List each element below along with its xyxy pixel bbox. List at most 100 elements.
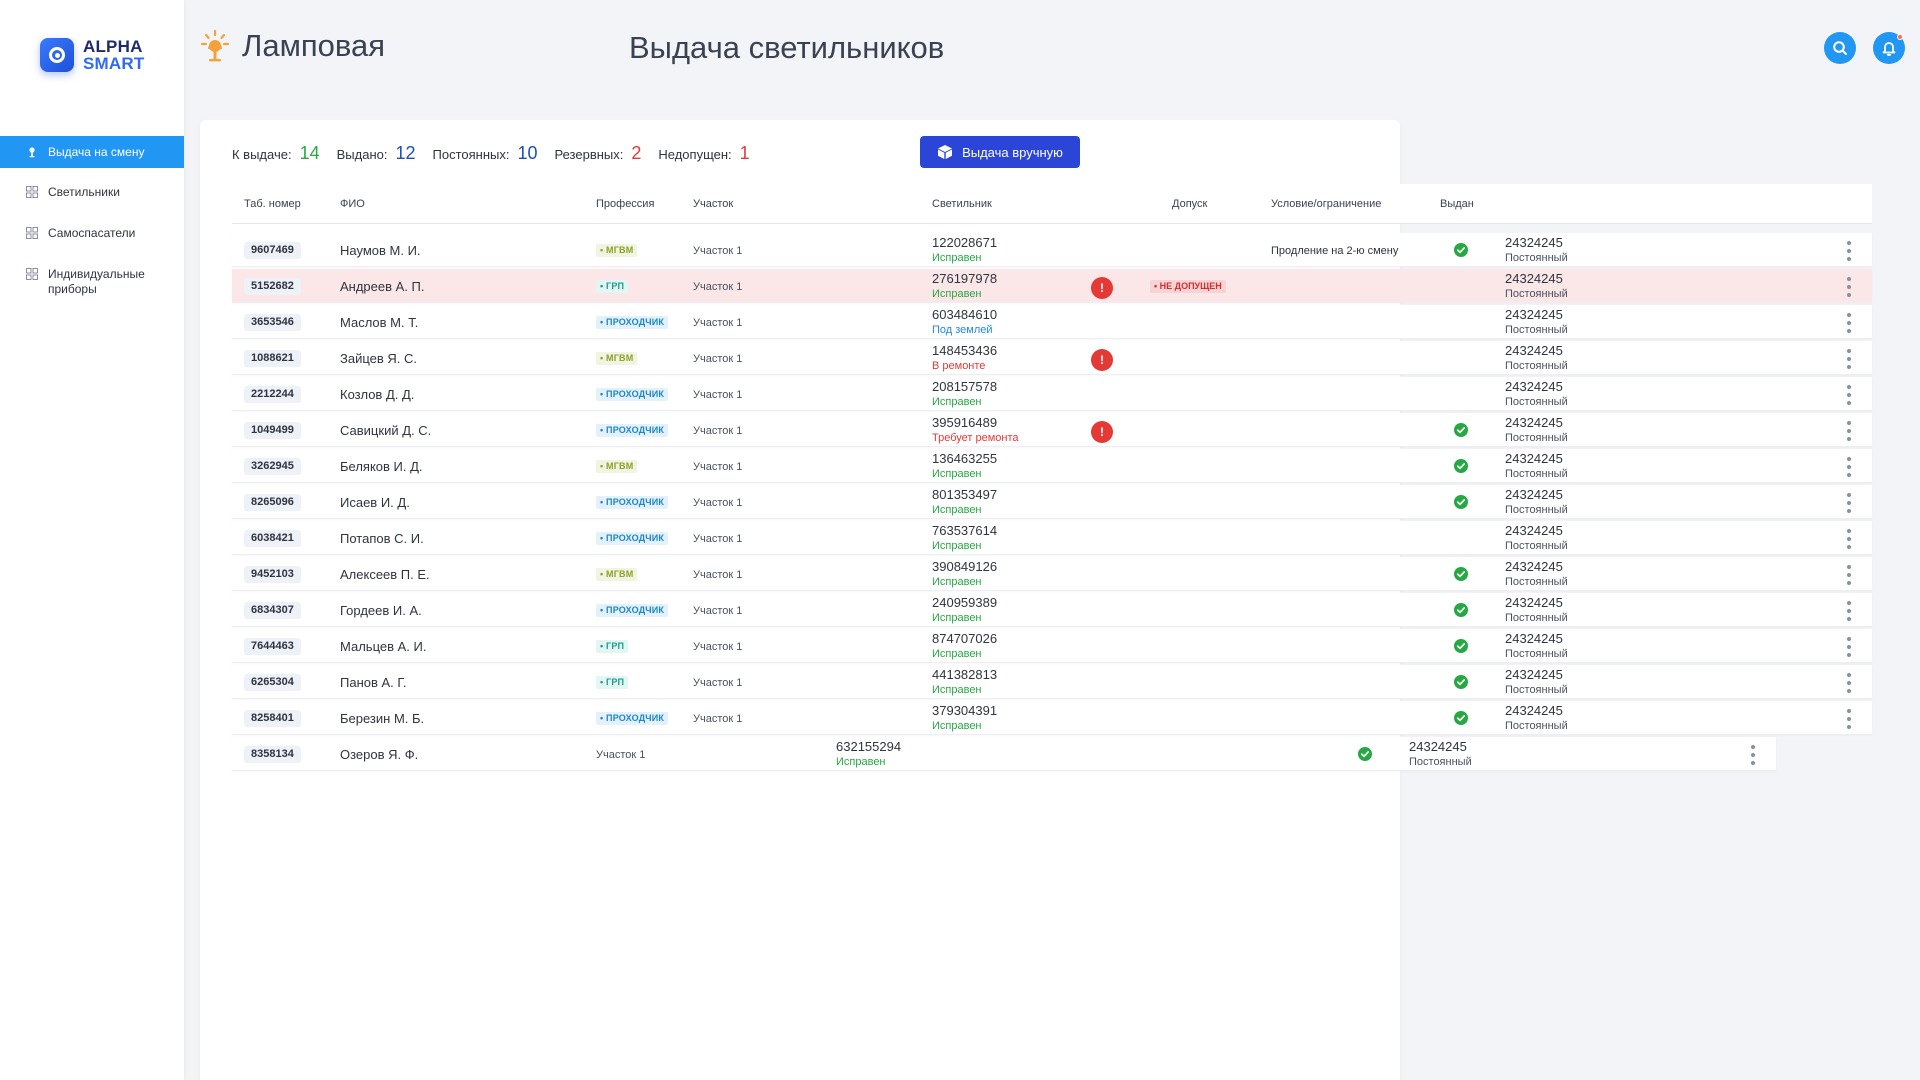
col-access[interactable]: Допуск — [1172, 198, 1207, 210]
table-row[interactable]: 2212244 Козлов Д. Д. • ПРОХОДЧИК Участок 1 2… — [232, 377, 1872, 411]
section-label: Участок 1 — [693, 461, 743, 473]
section-label: Участок 1 — [693, 245, 743, 257]
table-header: Таб. номер ФИО Профессия Участок Светиль… — [232, 184, 1872, 224]
more-menu-icon[interactable] — [1846, 493, 1852, 513]
stat-to-issue: К выдаче: 14 — [232, 143, 320, 164]
table-row[interactable]: 7644463 Мальцев А. И. • ГРП Участок 1 874707… — [232, 629, 1872, 663]
profession-badge: • ГРП — [596, 640, 629, 653]
table-row[interactable]: 8265096 Исаев И. Д. • ПРОХОДЧИК Участок 1 80… — [232, 485, 1872, 519]
col-profession[interactable]: Профессия — [596, 198, 654, 210]
manual-issue-button[interactable]: Выдача вручную — [920, 136, 1080, 168]
table-row[interactable]: 9607469 Наумов М. И. • МГВМ Участок 1 122028… — [232, 233, 1872, 267]
badge-type: Постоянный — [1505, 360, 1568, 372]
col-issued[interactable]: Выдан — [1440, 198, 1474, 210]
table-row[interactable]: 6038421 Потапов С. И. • ПРОХОДЧИК Участок 1… — [232, 521, 1872, 555]
lamp-status: Исправен — [932, 684, 982, 696]
more-menu-icon[interactable] — [1846, 313, 1852, 333]
stat-label: Постоянных: — [432, 146, 510, 162]
issued-check-icon — [1454, 567, 1468, 581]
badge-code: 24324245 — [1505, 343, 1563, 358]
profession-badge: • ПРОХОДЧИК — [596, 712, 669, 725]
table-row[interactable]: 6834307 Гордеев И. А. • ПРОХОДЧИК Участок 1… — [232, 593, 1872, 627]
employee-name: Савицкий Д. С. — [340, 423, 432, 438]
lamp-status: Под землей — [932, 324, 993, 336]
table-row[interactable]: 3262945 Беляков И. Д. • МГВМ Участок 1 13646… — [232, 449, 1872, 483]
sidebar-item-lamps[interactable]: Светильники — [0, 176, 184, 209]
grid-icon — [26, 227, 38, 239]
more-menu-icon[interactable] — [1846, 277, 1852, 297]
badge-type: Постоянный — [1409, 756, 1472, 768]
section-label: Участок 1 — [693, 497, 743, 509]
grid-icon — [26, 186, 38, 198]
table-row[interactable]: 5152682 Андреев А. П. • ГРП Участок 1 276197… — [232, 269, 1872, 303]
lamp-status: Исправен — [932, 468, 982, 480]
sidebar-item-label: Светильники — [48, 185, 120, 199]
badge-type: Постоянный — [1505, 396, 1568, 408]
logo: ALPHA SMART — [40, 38, 144, 72]
more-menu-icon[interactable] — [1846, 241, 1852, 261]
table-row[interactable]: 3653546 Маслов М. Т. • ПРОХОДЧИК Участок 1 6… — [232, 305, 1872, 339]
more-menu-icon[interactable] — [1846, 565, 1852, 585]
section-label: Участок 1 — [693, 317, 743, 329]
employee-name: Зайцев Я. С. — [340, 351, 418, 366]
warning-icon[interactable]: ! — [1091, 277, 1113, 299]
more-menu-icon[interactable] — [1846, 637, 1852, 657]
more-menu-icon[interactable] — [1846, 421, 1852, 441]
tab-number: 6265304 — [244, 674, 301, 691]
more-menu-icon[interactable] — [1846, 457, 1852, 477]
issued-check-icon — [1454, 711, 1468, 725]
page-title: Ламповая — [200, 28, 385, 64]
col-condition[interactable]: Условие/ограничение — [1271, 198, 1381, 210]
more-menu-icon[interactable] — [1846, 349, 1852, 369]
profession-badge: • МГВМ — [596, 460, 638, 473]
profession-badge: • МГВМ — [596, 568, 638, 581]
more-menu-icon[interactable] — [1846, 709, 1852, 729]
stat-issued: Выдано: 12 — [337, 143, 416, 164]
col-lamp[interactable]: Светильник — [932, 198, 992, 210]
box-icon — [938, 145, 953, 159]
table-row[interactable]: 1049499 Савицкий Д. С. • ПРОХОДЧИК Участок … — [232, 413, 1872, 447]
more-menu-icon[interactable] — [1846, 385, 1852, 405]
section-label: Участок 1 — [693, 605, 743, 617]
col-fio[interactable]: ФИО — [340, 198, 365, 210]
issued-check-icon — [1454, 459, 1468, 473]
col-section[interactable]: Участок — [693, 198, 733, 210]
sidebar-item-individual-devices[interactable]: Индивидуальные приборы — [0, 258, 184, 306]
badge-type: Постоянный — [1505, 684, 1568, 696]
tab-number: 6834307 — [244, 602, 301, 619]
stat-value: 10 — [517, 142, 538, 163]
table-row[interactable]: 8258401 Березин М. Б. • ПРОХОДЧИК Участок 1… — [232, 701, 1872, 735]
section-label: Участок 1 — [693, 425, 743, 437]
more-menu-icon[interactable] — [1846, 673, 1852, 693]
warning-icon[interactable]: ! — [1091, 349, 1113, 371]
lamp-number: 874707026 — [932, 631, 998, 646]
badge-code: 24324245 — [1505, 631, 1563, 646]
table-row[interactable]: 8358134 Озеров Я. Ф. Участок 1 632155294 Исп… — [232, 737, 1776, 771]
logo-line-1: ALPHA — [83, 37, 143, 56]
stat-denied: Недопущен: 1 — [658, 143, 749, 164]
warning-icon[interactable]: ! — [1091, 421, 1113, 443]
col-tab-number[interactable]: Таб. номер — [244, 198, 301, 210]
employee-name: Озеров Я. Ф. — [340, 747, 419, 762]
search-button[interactable] — [1824, 32, 1856, 64]
sidebar-item-label: Выдача на смену — [48, 144, 145, 159]
lamp-number: 632155294 — [836, 739, 902, 754]
table-row[interactable]: 6265304 Панов А. Г. • ГРП Участок 1 44138281… — [232, 665, 1872, 699]
stat-permanent: Постоянных: 10 — [433, 143, 538, 164]
sidebar-item-self-rescuers[interactable]: Самоспасатели — [0, 217, 184, 250]
section-label: Участок 1 — [693, 569, 743, 581]
more-menu-icon[interactable] — [1846, 529, 1852, 549]
more-menu-icon[interactable] — [1846, 601, 1852, 621]
tab-number: 1088621 — [244, 350, 301, 367]
condition-text: Продление на 2-ю смену — [1271, 245, 1399, 257]
badge-code: 24324245 — [1505, 667, 1563, 682]
tab-number: 1049499 — [244, 422, 301, 439]
manual-issue-label: Выдача вручную — [962, 144, 1063, 160]
more-menu-icon[interactable] — [1750, 745, 1756, 765]
lamp-number: 379304391 — [932, 703, 998, 718]
table-row[interactable]: 1088621 Зайцев Я. С. • МГВМ Участок 1 148453… — [232, 341, 1872, 375]
notifications-button[interactable] — [1873, 32, 1905, 64]
sidebar-item-issue-shift[interactable]: Выдача на смену — [0, 136, 184, 168]
table-row[interactable]: 9452103 Алексеев П. Е. • МГВМ Участок 1 3908… — [232, 557, 1872, 591]
lamp-status: В ремонте — [932, 360, 986, 372]
